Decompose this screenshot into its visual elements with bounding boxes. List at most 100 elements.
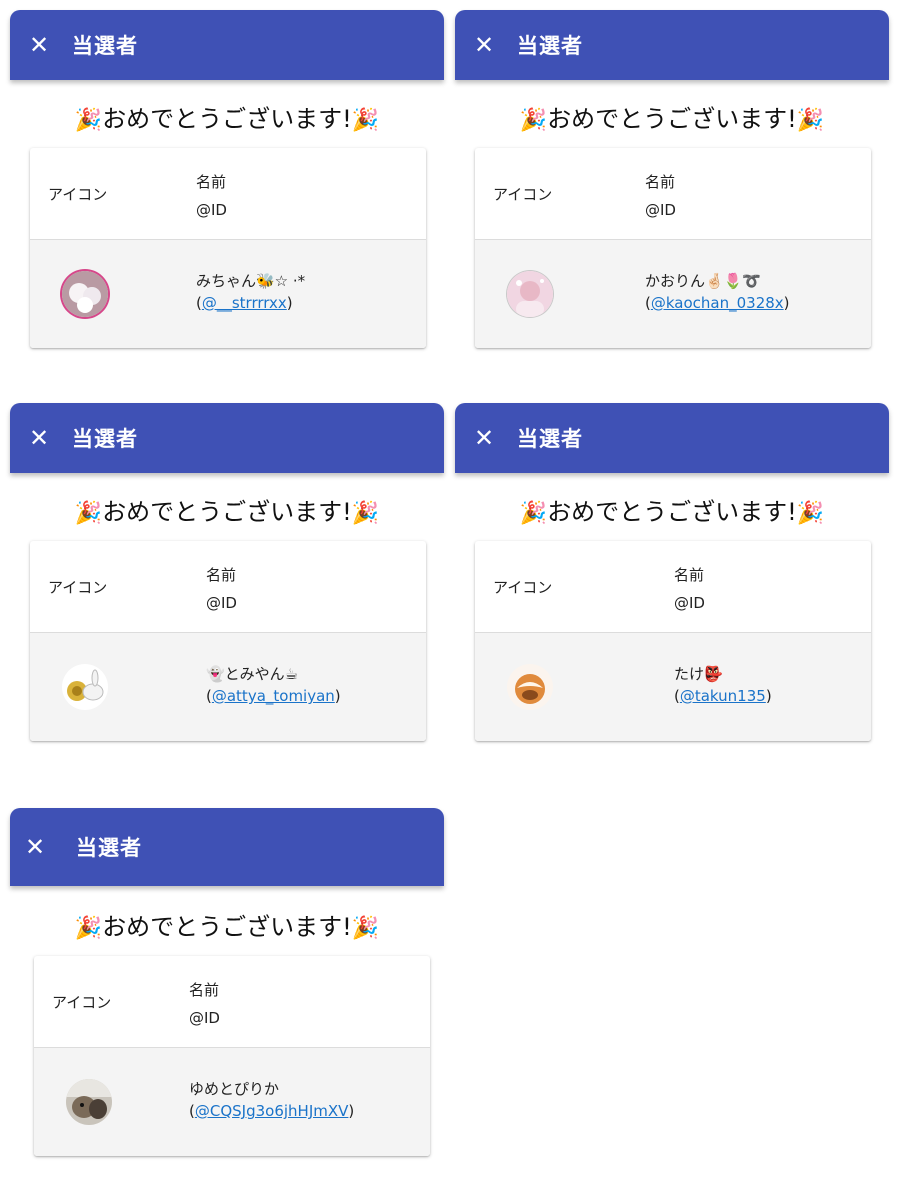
winner-handle-link[interactable]: @__strrrrxx: [202, 294, 287, 312]
congratulations-text: おめでとうございます!: [102, 913, 352, 941]
winner-table: アイコン 名前 @ID かおりん🤞🏻🌷➰ (@kaochan_0328x): [475, 148, 871, 348]
party-popper-icon: 🎉: [796, 108, 825, 133]
winner-dialog-2: ✕ 当選者 🎉おめでとうございます!🎉 アイコン 名前 @ID かおりん🤞🏻🌷➰…: [455, 10, 889, 348]
party-popper-icon: 🎉: [519, 108, 548, 133]
column-header-id: @ID: [645, 201, 676, 219]
paren-close: ): [765, 687, 772, 705]
winner-table: アイコン 名前 @ID たけ👺 (@takun135): [475, 541, 871, 741]
congratulations-message: 🎉おめでとうございます!🎉: [10, 102, 444, 136]
congratulations-text: おめでとうございます!: [102, 105, 352, 133]
winner-dialog-5: ✕ 当選者 🎉おめでとうございます!🎉 アイコン 名前 @ID ゆめとぴりか (…: [10, 808, 444, 1156]
dialog-app-bar: ✕ 当選者: [455, 403, 889, 473]
winner-handle-link[interactable]: @CQSJg3o6jhHJmXV: [195, 1102, 349, 1120]
column-header-name: 名前: [674, 566, 705, 584]
winner-name: たけ👺: [674, 665, 723, 683]
winner-dialog-3: ✕ 当選者 🎉おめでとうございます!🎉 アイコン 名前 @ID 👻とみやん☕ (…: [10, 403, 444, 741]
column-header-name-id: 名前 @ID: [674, 561, 705, 617]
table-row: かおりん🤞🏻🌷➰ (@kaochan_0328x): [475, 240, 871, 348]
avatar[interactable]: [62, 664, 108, 710]
dialog-title: 当選者: [517, 34, 583, 58]
column-header-name: 名前: [196, 173, 227, 191]
dialog-app-bar: ✕ 当選者: [10, 10, 444, 80]
table-row: ゆめとぴりか (@CQSJg3o6jhHJmXV): [34, 1048, 430, 1156]
party-popper-icon: 🎉: [519, 501, 548, 526]
dialog-app-bar: ✕ 当選者: [10, 808, 444, 886]
winner-table: アイコン 名前 @ID ゆめとぴりか (@CQSJg3o6jhHJmXV): [34, 956, 430, 1156]
winner-name: みちゃん🐝☆: [196, 272, 289, 290]
party-popper-icon: 🎉: [74, 501, 103, 526]
winner-info: たけ👺 (@takun135): [674, 663, 772, 707]
winner-name-suffix: ·*: [292, 272, 306, 290]
column-header-icon: アイコン: [48, 185, 108, 203]
congratulations-message: 🎉おめでとうございます!🎉: [455, 102, 889, 136]
column-header-id: @ID: [189, 1009, 220, 1027]
column-header-icon: アイコン: [493, 185, 553, 203]
column-header-id: @ID: [674, 594, 705, 612]
table-row: 👻とみやん☕ (@attya_tomiyan): [30, 633, 426, 741]
column-header-id: @ID: [206, 594, 237, 612]
party-popper-icon: 🎉: [74, 916, 103, 941]
table-header: アイコン 名前 @ID: [34, 956, 430, 1048]
congratulations-text: おめでとうございます!: [547, 498, 797, 526]
dialog-title: 当選者: [72, 34, 138, 58]
winner-table: アイコン 名前 @ID 👻とみやん☕ (@attya_tomiyan): [30, 541, 426, 741]
avatar[interactable]: [507, 664, 553, 710]
congratulations-message: 🎉おめでとうございます!🎉: [10, 910, 444, 944]
congratulations-text: おめでとうございます!: [102, 498, 352, 526]
column-header-icon: アイコン: [48, 578, 108, 596]
party-popper-icon: 🎉: [74, 108, 103, 133]
table-row: みちゃん🐝☆ ·* (@__strrrrxx): [30, 240, 426, 348]
party-popper-icon: 🎉: [351, 501, 380, 526]
column-header-name-id: 名前 @ID: [645, 168, 676, 224]
table-header: アイコン 名前 @ID: [30, 148, 426, 240]
dialog-title: 当選者: [517, 427, 583, 451]
column-header-name: 名前: [206, 566, 237, 584]
dialog-title: 当選者: [72, 427, 138, 451]
column-header-id: @ID: [196, 201, 227, 219]
winner-name-suffix: 🌷➰: [723, 272, 762, 290]
avatar[interactable]: [62, 271, 108, 317]
paren-close: ): [348, 1102, 355, 1120]
column-header-name: 名前: [189, 981, 220, 999]
avatar[interactable]: [507, 271, 553, 317]
column-header-name-id: 名前 @ID: [189, 976, 220, 1032]
close-icon[interactable]: ✕: [24, 423, 54, 453]
winner-info: かおりん🤞🏻🌷➰ (@kaochan_0328x): [645, 270, 790, 314]
avatar[interactable]: [66, 1079, 112, 1125]
winner-dialog-4: ✕ 当選者 🎉おめでとうございます!🎉 アイコン 名前 @ID たけ👺 (@ta…: [455, 403, 889, 741]
column-header-name-id: 名前 @ID: [196, 168, 227, 224]
congratulations-message: 🎉おめでとうございます!🎉: [455, 495, 889, 529]
congratulations-message: 🎉おめでとうございます!🎉: [10, 495, 444, 529]
winner-name: 👻とみやん☕: [206, 665, 299, 683]
party-popper-icon: 🎉: [796, 501, 825, 526]
table-row: たけ👺 (@takun135): [475, 633, 871, 741]
dialog-app-bar: ✕ 当選者: [10, 403, 444, 473]
close-icon[interactable]: ✕: [469, 423, 499, 453]
column-header-icon: アイコン: [52, 993, 112, 1011]
congratulations-text: おめでとうございます!: [547, 105, 797, 133]
winner-info: みちゃん🐝☆ ·* (@__strrrrxx): [196, 270, 305, 314]
dialog-title: 当選者: [76, 836, 142, 860]
party-popper-icon: 🎉: [351, 916, 380, 941]
winner-handle-link[interactable]: @attya_tomiyan: [212, 687, 335, 705]
hand-icon: 🤞🏻: [705, 272, 724, 290]
close-icon[interactable]: ✕: [20, 832, 50, 862]
column-header-name-id: 名前 @ID: [206, 561, 237, 617]
close-icon[interactable]: ✕: [469, 30, 499, 60]
paren-close: ): [286, 294, 293, 312]
paren-close: ): [783, 294, 790, 312]
column-header-icon: アイコン: [493, 578, 553, 596]
winner-handle-link[interactable]: @kaochan_0328x: [651, 294, 784, 312]
winner-info: 👻とみやん☕ (@attya_tomiyan): [206, 663, 341, 707]
column-header-name: 名前: [645, 173, 676, 191]
dialog-app-bar: ✕ 当選者: [455, 10, 889, 80]
party-popper-icon: 🎉: [351, 108, 380, 133]
winner-name: かおりん: [645, 272, 706, 290]
winner-handle-link[interactable]: @takun135: [680, 687, 766, 705]
winner-table: アイコン 名前 @ID みちゃん🐝☆ ·* (@__strrrrxx): [30, 148, 426, 348]
paren-close: ): [334, 687, 341, 705]
winner-name: ゆめとぴりか: [189, 1080, 280, 1098]
table-header: アイコン 名前 @ID: [475, 541, 871, 633]
table-header: アイコン 名前 @ID: [475, 148, 871, 240]
close-icon[interactable]: ✕: [24, 30, 54, 60]
